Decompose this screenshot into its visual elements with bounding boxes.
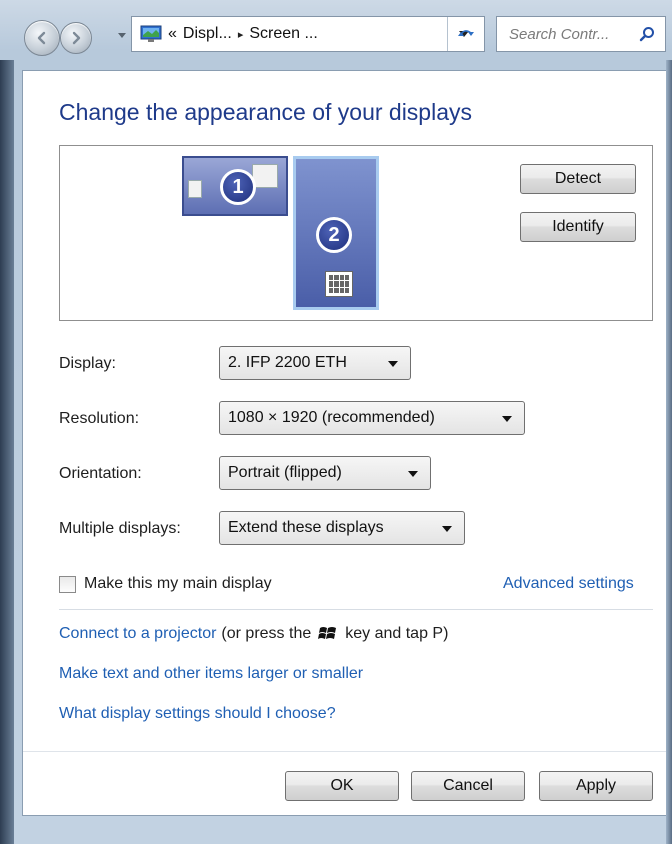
- forward-button[interactable]: [60, 22, 92, 54]
- monitor-1-thumbnail-left: [188, 180, 202, 198]
- search-input[interactable]: Search Contr...: [509, 26, 609, 43]
- monitor-2-thumbnail: [325, 271, 353, 297]
- monitor-1[interactable]: 1: [182, 156, 288, 216]
- projector-hint-pre: (or press the: [221, 625, 312, 642]
- breadcrumb-separator[interactable]: ▸: [238, 28, 244, 41]
- display-preview-area: 1 2 Detect Identify: [59, 145, 653, 321]
- chevron-down-icon: [442, 526, 452, 532]
- display-select[interactable]: 2. IFP 2200 ETH: [219, 346, 411, 380]
- resolution-label: Resolution:: [59, 410, 140, 427]
- back-arrow-icon: [37, 31, 46, 45]
- chevron-down-icon: [408, 471, 418, 477]
- history-dropdown-icon[interactable]: [117, 30, 127, 40]
- display-label: Display:: [59, 355, 116, 372]
- advanced-settings-link[interactable]: Advanced settings: [503, 575, 634, 593]
- orientation-select[interactable]: Portrait (flipped): [219, 456, 431, 490]
- projector-row: Connect to a projector (or press the key…: [59, 625, 448, 643]
- refresh-button[interactable]: [447, 17, 484, 51]
- main-display-checkbox-label[interactable]: Make this my main display: [84, 575, 272, 593]
- cancel-button[interactable]: Cancel: [411, 771, 525, 801]
- navigation-bar: « Displ... ▸ Screen ... Search Contr...: [0, 0, 672, 70]
- text-size-link[interactable]: Make text and other items larger or smal…: [59, 665, 363, 683]
- address-bar[interactable]: « Displ... ▸ Screen ...: [131, 16, 485, 52]
- windows-logo-icon: [318, 627, 337, 639]
- resolution-select-value: 1080 × 1920 (recommended): [228, 409, 435, 426]
- search-box[interactable]: Search Contr...: [496, 16, 666, 52]
- refresh-icon: [458, 30, 474, 36]
- divider: [59, 609, 653, 610]
- breadcrumb-display[interactable]: Displ...: [183, 25, 232, 43]
- monitor-2[interactable]: 2: [293, 156, 379, 310]
- apply-button[interactable]: Apply: [539, 771, 653, 801]
- display-settings-help-link[interactable]: What display settings should I choose?: [59, 705, 336, 723]
- connect-projector-link[interactable]: Connect to a projector: [59, 625, 216, 643]
- main-display-checkbox-row[interactable]: Make this my main display: [59, 575, 272, 593]
- forward-arrow-icon: [72, 31, 81, 45]
- multiple-displays-select[interactable]: Extend these displays: [219, 511, 465, 545]
- screen-resolution-panel: Change the appearance of your displays 1…: [22, 70, 670, 816]
- display-select-value: 2. IFP 2200 ETH: [228, 354, 347, 371]
- window-frame: « Displ... ▸ Screen ... Search Contr... …: [0, 0, 672, 844]
- monitor-2-number-badge: 2: [316, 217, 352, 253]
- control-panel-icon: [140, 25, 162, 42]
- chevron-down-icon: [388, 361, 398, 367]
- search-icon[interactable]: [639, 26, 655, 42]
- detect-button[interactable]: Detect: [520, 164, 636, 194]
- breadcrumb-screen-resolution[interactable]: Screen ...: [249, 25, 317, 43]
- multiple-displays-select-value: Extend these displays: [228, 519, 384, 536]
- projector-hint-post: key and tap P): [345, 625, 449, 642]
- multiple-displays-label: Multiple displays:: [59, 520, 181, 537]
- orientation-select-value: Portrait (flipped): [228, 464, 342, 481]
- back-button[interactable]: [24, 20, 60, 56]
- resolution-select[interactable]: 1080 × 1920 (recommended): [219, 401, 525, 435]
- breadcrumb-prefix: «: [168, 25, 177, 42]
- page-title: Change the appearance of your displays: [59, 99, 473, 125]
- identify-button[interactable]: Identify: [520, 212, 636, 242]
- main-display-checkbox[interactable]: [59, 575, 76, 593]
- chevron-down-icon: [502, 416, 512, 422]
- orientation-label: Orientation:: [59, 465, 142, 482]
- ok-button[interactable]: OK: [285, 771, 399, 801]
- monitor-1-number-badge: 1: [220, 169, 256, 205]
- footer-divider: [23, 751, 669, 752]
